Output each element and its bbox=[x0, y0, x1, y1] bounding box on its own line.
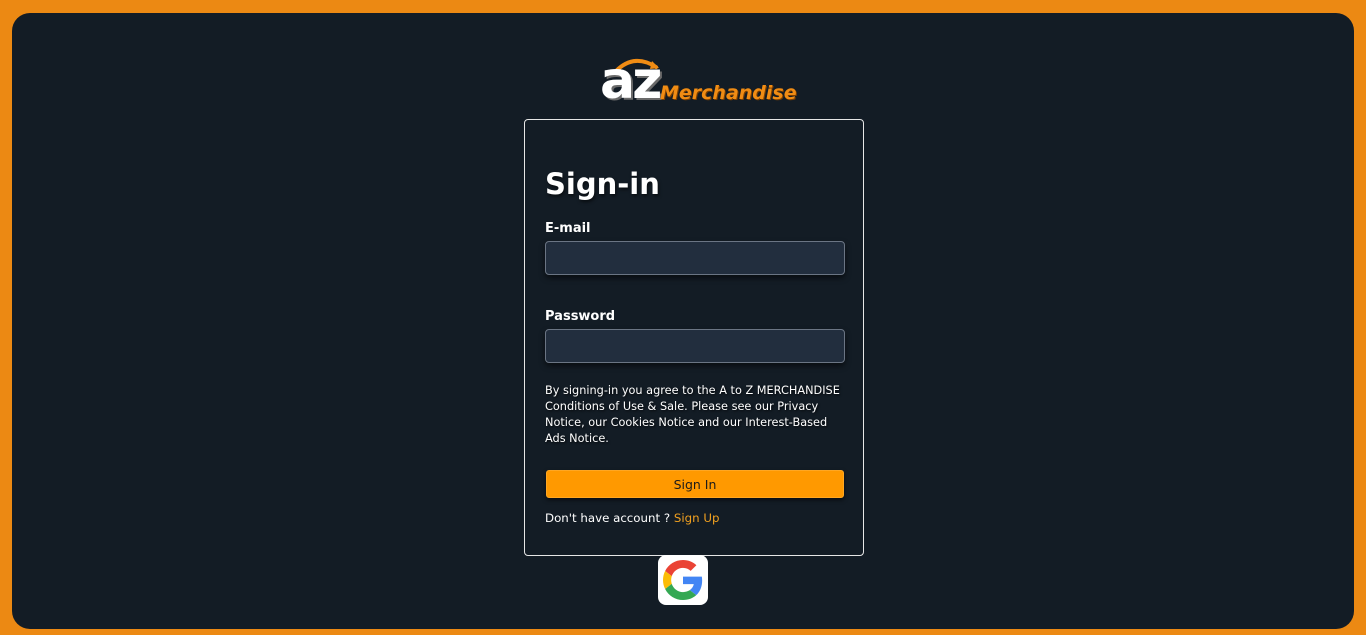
sign-in-button[interactable]: Sign In bbox=[546, 470, 844, 498]
signup-prompt: Don't have account ? Sign Up bbox=[545, 510, 719, 526]
password-label: Password bbox=[545, 309, 616, 324]
google-icon bbox=[663, 560, 703, 600]
terms-text: By signing-in you agree to the A to Z ME… bbox=[545, 384, 840, 445]
password-field[interactable] bbox=[545, 329, 845, 363]
no-account-text: Don't have account ? bbox=[545, 511, 671, 525]
logo-name: Merchandise bbox=[660, 82, 797, 104]
email-field[interactable] bbox=[545, 241, 845, 275]
page-frame: az Merchandise Sign-in E-mail Password B… bbox=[12, 13, 1354, 629]
google-signin-button[interactable] bbox=[658, 555, 708, 605]
sign-up-link[interactable]: Sign Up bbox=[674, 511, 720, 525]
brand-logo[interactable]: az Merchandise bbox=[598, 53, 798, 109]
page-title: Sign-in bbox=[545, 167, 660, 201]
logo-mark: az bbox=[600, 51, 662, 111]
signin-card: Sign-in E-mail Password By signing-in yo… bbox=[524, 119, 864, 556]
email-label: E-mail bbox=[545, 221, 591, 236]
